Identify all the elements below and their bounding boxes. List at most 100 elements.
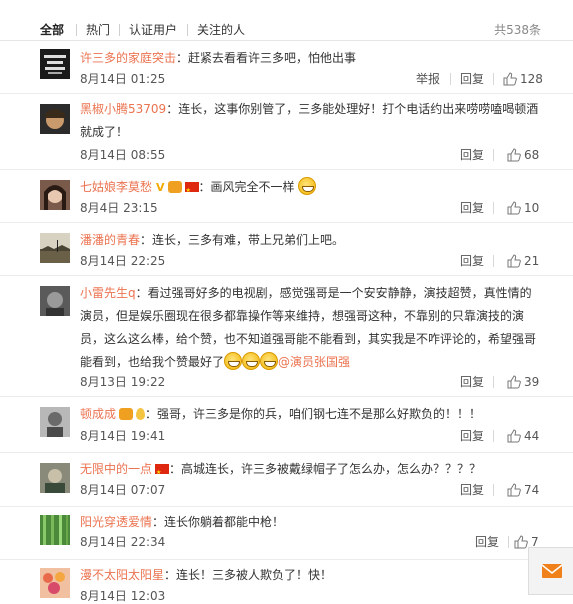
like-button[interactable]: 21	[507, 253, 539, 269]
action-divider	[493, 149, 494, 161]
reply-button[interactable]: 回复	[460, 200, 484, 216]
comment-username[interactable]: 无限中的一点	[80, 462, 152, 476]
comment-text: 赶紧去看看许三多吧，怕他出事	[188, 51, 357, 65]
like-button[interactable]: 10	[507, 200, 539, 216]
avatar[interactable]	[40, 515, 70, 545]
thumbs-up-icon	[507, 148, 521, 162]
thumbs-up-icon	[514, 535, 528, 549]
like-count: 10	[524, 201, 540, 215]
grin-emoji-icon	[298, 177, 317, 195]
comment-item: 七姑娘李莫愁 V ：画风完全不一样 8月4日 23:15 回复 10	[0, 170, 573, 223]
comment-username[interactable]: 黑椒小腾53709	[80, 102, 166, 116]
colon: ：	[152, 515, 165, 529]
comment-time: 8月13日 19:22	[80, 375, 166, 389]
like-button[interactable]: 74	[507, 482, 539, 498]
comment-body: 许三多的家庭突击：赶紧去看看许三多吧，怕他出事	[80, 47, 543, 70]
comment-body: 七姑娘李莫愁 V ：画风完全不一样	[80, 176, 543, 202]
verified-icon: V	[156, 181, 165, 194]
comment-body: 阳光穿透爱情：连长你躺着都能中枪！	[80, 511, 543, 534]
comment-item: 黑椒小腾53709：连长，这事你别管了，三多能处理好！打个电话约出来唠唠嗑喝顿酒…	[0, 94, 573, 170]
grin-emoji-icon	[242, 352, 261, 370]
tab-hot[interactable]: 热门	[86, 22, 110, 38]
avatar[interactable]	[40, 568, 70, 598]
comment-time: 8月14日 19:41	[80, 429, 166, 443]
colon: ：	[176, 51, 189, 65]
report-button[interactable]: 举报	[416, 71, 440, 87]
reply-button[interactable]: 回复	[460, 253, 484, 269]
colon: ：	[198, 180, 211, 194]
balloon-icon	[136, 408, 146, 420]
action-divider	[450, 73, 451, 85]
reply-button[interactable]: 回复	[460, 147, 484, 163]
comment-username[interactable]: 七姑娘李莫愁	[80, 180, 152, 194]
avatar-image	[40, 49, 70, 79]
action-divider	[493, 73, 494, 85]
reply-button[interactable]: 回复	[460, 374, 484, 390]
comment-time: 8月14日 08:55	[80, 148, 166, 162]
tab-verified-users[interactable]: 认证用户	[129, 22, 177, 38]
like-button[interactable]: 68	[507, 147, 539, 163]
colon: ：	[140, 233, 153, 247]
mention-link[interactable]: @演员张国强	[278, 355, 350, 369]
avatar[interactable]	[40, 180, 70, 210]
avatar[interactable]	[40, 49, 70, 79]
thumbs-up-icon	[507, 254, 521, 268]
member-crown-icon	[167, 181, 182, 193]
envelope-icon	[541, 564, 563, 578]
avatar-image	[40, 104, 70, 134]
action-divider	[493, 430, 494, 442]
comment-username[interactable]: 漫不太阳太阳星	[80, 568, 164, 582]
thumbs-up-icon	[507, 429, 521, 443]
floating-message-button[interactable]	[528, 547, 573, 595]
comment-time: 8月14日 12:03	[80, 589, 166, 603]
like-count: 39	[524, 375, 540, 389]
comment-time: 8月4日 23:15	[80, 201, 158, 215]
colon: ：	[166, 102, 179, 116]
reply-button[interactable]: 回复	[475, 534, 499, 550]
thumbs-up-icon	[507, 375, 521, 389]
reply-button[interactable]: 回复	[460, 71, 484, 87]
comment-time: 8月14日 22:25	[80, 254, 166, 268]
avatar[interactable]	[40, 407, 70, 437]
comment-username[interactable]: 许三多的家庭突击	[80, 51, 176, 65]
colon: ：	[169, 462, 182, 476]
like-button[interactable]: 44	[507, 428, 539, 444]
reply-button[interactable]: 回复	[460, 428, 484, 444]
colon: ：	[145, 407, 158, 421]
colon: ：	[164, 568, 177, 582]
like-count: 21	[524, 254, 540, 268]
avatar-image	[40, 407, 70, 437]
avatar[interactable]	[40, 463, 70, 493]
reply-button[interactable]: 回复	[460, 482, 484, 498]
avatar[interactable]	[40, 233, 70, 263]
comment-body: 漫不太阳太阳星：连长！三多被人欺负了！快！	[80, 564, 543, 587]
tab-following[interactable]: 关注的人	[197, 22, 245, 38]
comment-time: 8月14日 07:07	[80, 483, 166, 497]
like-button[interactable]: 128	[503, 71, 543, 87]
tab-all[interactable]: 全部	[40, 22, 64, 38]
comment-item: 潘潘的青春：连长，三多有难，带上兄弟们上吧。 8月14日 22:25 回复 21	[0, 223, 573, 276]
like-count: 68	[524, 148, 540, 162]
comment-text: 画风完全不一样	[210, 180, 295, 194]
thumbs-up-icon	[503, 72, 517, 86]
member-crown-icon	[119, 408, 134, 420]
comment-username[interactable]: 小雷先生q	[80, 286, 136, 300]
action-divider	[493, 484, 494, 496]
comment-body: 小雷先生q：看过强哥好多的电视剧，感觉强哥是一个安安静静，演技超赞，真性情的演员…	[80, 282, 543, 374]
comment-username[interactable]: 顿成成	[80, 407, 116, 421]
avatar[interactable]	[40, 104, 70, 134]
comment-time: 8月14日 01:25	[80, 72, 166, 86]
tab-divider	[187, 24, 188, 36]
action-divider	[493, 255, 494, 267]
comment-body: 潘潘的青春：连长，三多有难，带上兄弟们上吧。	[80, 229, 543, 252]
like-count: 128	[520, 72, 543, 86]
comment-item: 小雷先生q：看过强哥好多的电视剧，感觉强哥是一个安安静静，演技超赞，真性情的演员…	[0, 276, 573, 397]
avatar[interactable]	[40, 286, 70, 316]
like-button[interactable]: 39	[507, 374, 539, 390]
grin-emoji-icon	[260, 352, 279, 370]
comment-item: 许三多的家庭突击：赶紧去看看许三多吧，怕他出事 8月14日 01:25 举报 回…	[0, 41, 573, 94]
comment-text: 连长！三多被人欺负了！快！	[176, 568, 333, 582]
like-count: 74	[524, 483, 540, 497]
comment-username[interactable]: 阳光穿透爱情	[80, 515, 152, 529]
comment-username[interactable]: 潘潘的青春	[80, 233, 140, 247]
